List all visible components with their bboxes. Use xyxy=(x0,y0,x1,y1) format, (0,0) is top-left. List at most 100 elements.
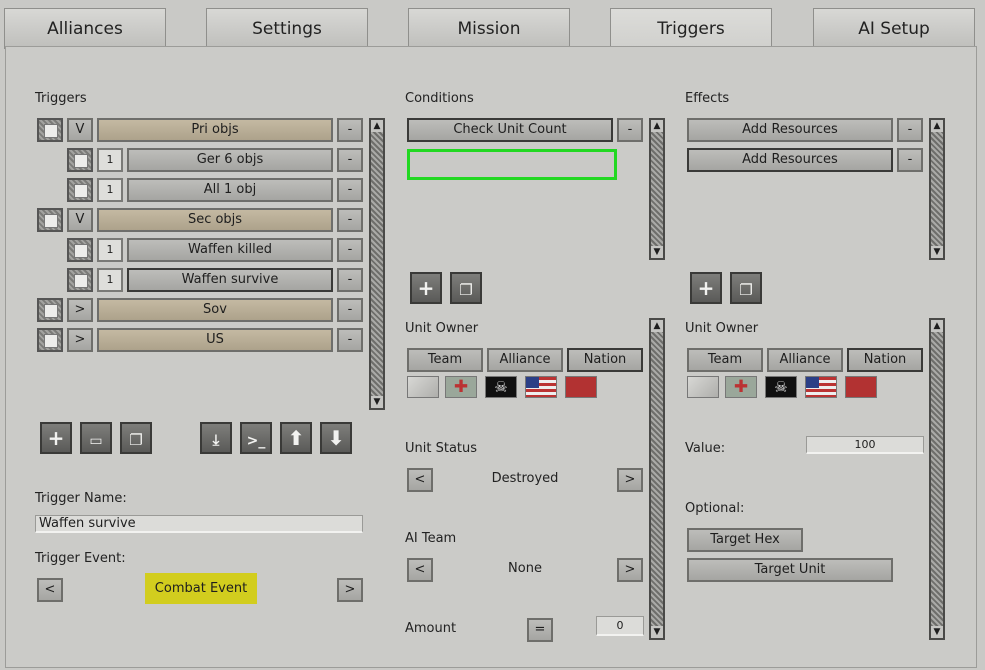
trigger-event-label: Trigger Event: xyxy=(35,551,126,566)
effect-params-scrollbar[interactable]: ▲ ▼ xyxy=(929,318,945,640)
scroll-down-icon[interactable]: ▼ xyxy=(931,246,943,258)
amount-operator-button[interactable]: = xyxy=(527,618,553,642)
neutral-flag-icon[interactable] xyxy=(687,376,719,398)
trigger-event-prev-button[interactable]: < xyxy=(37,578,63,602)
effect-item-add-resources[interactable]: Add Resources xyxy=(687,148,893,172)
tab-settings[interactable]: Settings xyxy=(206,8,368,49)
plus-icon: + xyxy=(697,276,715,300)
scroll-down-icon[interactable]: ▼ xyxy=(371,396,383,408)
owner-tab-team[interactable]: Team xyxy=(407,348,483,372)
unit-status-prev-button[interactable]: < xyxy=(407,468,433,492)
trigger-item-ger-6-objs[interactable]: Ger 6 objs xyxy=(127,148,333,172)
trigger-item-all-1-obj[interactable]: All 1 obj xyxy=(127,178,333,202)
trigger-item-waffen-killed[interactable]: Waffen killed xyxy=(127,238,333,262)
remove-trigger-button[interactable]: - xyxy=(337,118,363,142)
soviet-flag-icon[interactable] xyxy=(845,376,877,398)
effects-scrollbar[interactable]: ▲ ▼ xyxy=(929,118,945,260)
owner-tab-alliance[interactable]: Alliance xyxy=(767,348,843,372)
add-condition-button[interactable]: + xyxy=(410,272,442,304)
remove-condition-button[interactable]: - xyxy=(617,118,643,142)
add-folder-button[interactable]: ▭ xyxy=(80,422,112,454)
owner-tab-team[interactable]: Team xyxy=(687,348,763,372)
skull-flag-icon[interactable]: ☠ xyxy=(485,376,517,398)
unit-status-next-button[interactable]: > xyxy=(617,468,643,492)
usa-flag-icon[interactable] xyxy=(525,376,557,398)
scroll-down-icon[interactable]: ▼ xyxy=(651,626,663,638)
trigger-item-us[interactable]: US xyxy=(97,328,333,352)
trigger-item-pri-objs[interactable]: Pri objs xyxy=(97,118,333,142)
owner-tab-nation[interactable]: Nation xyxy=(847,348,923,372)
condition-unit-owner-label: Unit Owner xyxy=(405,321,479,336)
trigger-checkbox[interactable] xyxy=(37,208,63,232)
scroll-up-icon[interactable]: ▲ xyxy=(371,120,383,132)
copy-icon: ❐ xyxy=(739,281,753,299)
trigger-checkbox[interactable] xyxy=(67,268,93,292)
scroll-up-icon[interactable]: ▲ xyxy=(931,320,943,332)
remove-trigger-button[interactable]: - xyxy=(337,268,363,292)
trigger-expand-toggle[interactable]: V xyxy=(67,208,93,232)
trigger-event-value[interactable]: Combat Event xyxy=(145,573,257,604)
target-unit-button[interactable]: Target Unit xyxy=(687,558,893,582)
trigger-expand-toggle[interactable]: V xyxy=(67,118,93,142)
remove-effect-button[interactable]: - xyxy=(897,118,923,142)
trigger-expand-toggle[interactable]: > xyxy=(67,298,93,322)
scroll-down-icon[interactable]: ▼ xyxy=(651,246,663,258)
trigger-event-next-button[interactable]: > xyxy=(337,578,363,602)
condition-item-check-unit-count[interactable]: Check Unit Count xyxy=(407,118,613,142)
scroll-down-icon[interactable]: ▼ xyxy=(931,626,943,638)
germany-flag-icon[interactable]: ✚ xyxy=(725,376,757,398)
import-button[interactable]: ⤓ xyxy=(200,422,232,454)
conditions-scrollbar[interactable]: ▲ ▼ xyxy=(649,118,665,260)
owner-tab-alliance[interactable]: Alliance xyxy=(487,348,563,372)
ai-team-prev-button[interactable]: < xyxy=(407,558,433,582)
tab-mission[interactable]: Mission xyxy=(408,8,570,49)
owner-tab-nation[interactable]: Nation xyxy=(567,348,643,372)
copy-trigger-button[interactable]: ❐ xyxy=(120,422,152,454)
trigger-item-waffen-survive[interactable]: Waffen survive xyxy=(127,268,333,292)
tab-alliances[interactable]: Alliances xyxy=(4,8,166,49)
skull-flag-icon[interactable]: ☠ xyxy=(765,376,797,398)
tab-ai-setup[interactable]: AI Setup xyxy=(813,8,975,49)
neutral-flag-icon[interactable] xyxy=(407,376,439,398)
remove-trigger-button[interactable]: - xyxy=(337,328,363,352)
remove-trigger-button[interactable]: - xyxy=(337,148,363,172)
target-hex-button[interactable]: Target Hex xyxy=(687,528,803,552)
move-up-button[interactable]: ⬆ xyxy=(280,422,312,454)
trigger-checkbox[interactable] xyxy=(67,178,93,202)
trigger-checkbox[interactable] xyxy=(67,238,93,262)
arrow-down-icon: ⬇ xyxy=(327,426,345,450)
trigger-item-sov[interactable]: Sov xyxy=(97,298,333,322)
value-input[interactable]: 100 xyxy=(806,436,924,454)
amount-input[interactable]: 0 xyxy=(596,616,644,636)
copy-condition-button[interactable]: ❐ xyxy=(450,272,482,304)
scroll-up-icon[interactable]: ▲ xyxy=(651,320,663,332)
copy-effect-button[interactable]: ❐ xyxy=(730,272,762,304)
soviet-flag-icon[interactable] xyxy=(565,376,597,398)
usa-flag-icon[interactable] xyxy=(805,376,837,398)
remove-trigger-button[interactable]: - xyxy=(337,178,363,202)
condition-insert-slot[interactable] xyxy=(407,149,617,180)
germany-flag-icon[interactable]: ✚ xyxy=(445,376,477,398)
remove-trigger-button[interactable]: - xyxy=(337,238,363,262)
script-button[interactable]: >_ xyxy=(240,422,272,454)
add-trigger-button[interactable]: + xyxy=(40,422,72,454)
condition-params-scrollbar[interactable]: ▲ ▼ xyxy=(649,318,665,640)
remove-effect-button[interactable]: - xyxy=(897,148,923,172)
triggers-scrollbar[interactable]: ▲ ▼ xyxy=(369,118,385,410)
scroll-up-icon[interactable]: ▲ xyxy=(651,120,663,132)
trigger-checkbox[interactable] xyxy=(67,148,93,172)
trigger-item-sec-objs[interactable]: Sec objs xyxy=(97,208,333,232)
ai-team-next-button[interactable]: > xyxy=(617,558,643,582)
trigger-expand-toggle[interactable]: > xyxy=(67,328,93,352)
effect-item-add-resources[interactable]: Add Resources xyxy=(687,118,893,142)
trigger-name-input[interactable]: Waffen survive xyxy=(35,515,363,533)
remove-trigger-button[interactable]: - xyxy=(337,208,363,232)
add-effect-button[interactable]: + xyxy=(690,272,722,304)
remove-trigger-button[interactable]: - xyxy=(337,298,363,322)
move-down-button[interactable]: ⬇ xyxy=(320,422,352,454)
trigger-checkbox[interactable] xyxy=(37,118,63,142)
trigger-checkbox[interactable] xyxy=(37,298,63,322)
trigger-checkbox[interactable] xyxy=(37,328,63,352)
tab-triggers[interactable]: Triggers xyxy=(610,8,772,51)
scroll-up-icon[interactable]: ▲ xyxy=(931,120,943,132)
